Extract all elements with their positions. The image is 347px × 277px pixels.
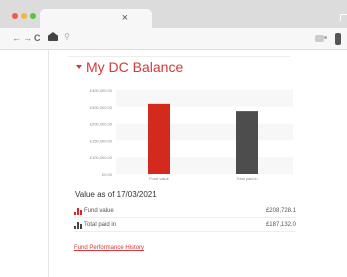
- total-paid-in-row: Total paid in £187,132.0: [74, 220, 296, 230]
- bar-chart-icon: [74, 222, 82, 229]
- row-divider: [74, 217, 296, 218]
- x-category-label: Total paid in: [236, 176, 257, 181]
- total-paid-in-amount: £187,132.0: [265, 222, 296, 228]
- balance-title: My DC Balance: [86, 59, 184, 75]
- browser-tab[interactable]: ×: [40, 9, 152, 28]
- reload-icon[interactable]: C: [34, 33, 41, 43]
- fund-value-amount: £208,728.1: [265, 208, 296, 214]
- forward-icon[interactable]: →: [23, 33, 32, 43]
- new-tab-icon[interactable]: [340, 14, 347, 21]
- caret-down-icon: [76, 65, 82, 69]
- fund-performance-history-link[interactable]: Fund Performance History: [74, 244, 144, 252]
- balance-bar-chart: £400,000.00 £300,000.00 £200,000.00 £150,00…: [68, 84, 293, 184]
- home-icon[interactable]: [48, 32, 58, 41]
- value-as-of-date: Value as of 17/03/2021: [75, 190, 157, 199]
- browser-window: × ← → C ⚲ My DC Balance £400,000.00 £300,…: [0, 0, 347, 277]
- bar-chart-icon: [74, 208, 82, 215]
- x-category-label: Fund value: [149, 176, 170, 181]
- back-icon[interactable]: ←: [12, 33, 21, 43]
- fund-value-row: Fund value £208,728.1: [74, 206, 296, 216]
- y-tick-label: £200,000.00: [90, 122, 113, 127]
- total-paid-in-label: Total paid in: [84, 222, 117, 228]
- section-divider: [68, 56, 290, 57]
- close-window-button[interactable]: [12, 13, 18, 19]
- chart-bar: [148, 103, 170, 174]
- search-icon[interactable]: ⚲: [64, 32, 70, 42]
- maximize-window-button[interactable]: [30, 13, 36, 19]
- grid-band: [116, 106, 293, 124]
- row-divider: [74, 231, 296, 232]
- y-tick-label: £0.00: [102, 172, 113, 177]
- grid-band: [116, 123, 293, 141]
- profile-icon[interactable]: [335, 33, 341, 45]
- y-tick-label: £100,000.00: [90, 155, 113, 160]
- tab-strip: ×: [0, 0, 347, 28]
- minimize-window-button[interactable]: [21, 13, 27, 19]
- page-margin-line: [48, 50, 49, 277]
- y-tick-label: £150,000.00: [90, 138, 113, 143]
- extension-icon[interactable]: [315, 35, 327, 42]
- close-icon[interactable]: ×: [122, 13, 128, 24]
- fund-value-label: Fund value: [84, 208, 114, 214]
- browser-toolbar: ← → C ⚲: [0, 28, 347, 50]
- grid-band: [116, 140, 293, 158]
- y-tick-label: £300,000.00: [90, 105, 113, 110]
- grid-band: [116, 157, 293, 174]
- chart-bar: [236, 111, 258, 174]
- grid-band: [116, 90, 293, 107]
- y-tick-label: £400,000.00: [90, 88, 113, 93]
